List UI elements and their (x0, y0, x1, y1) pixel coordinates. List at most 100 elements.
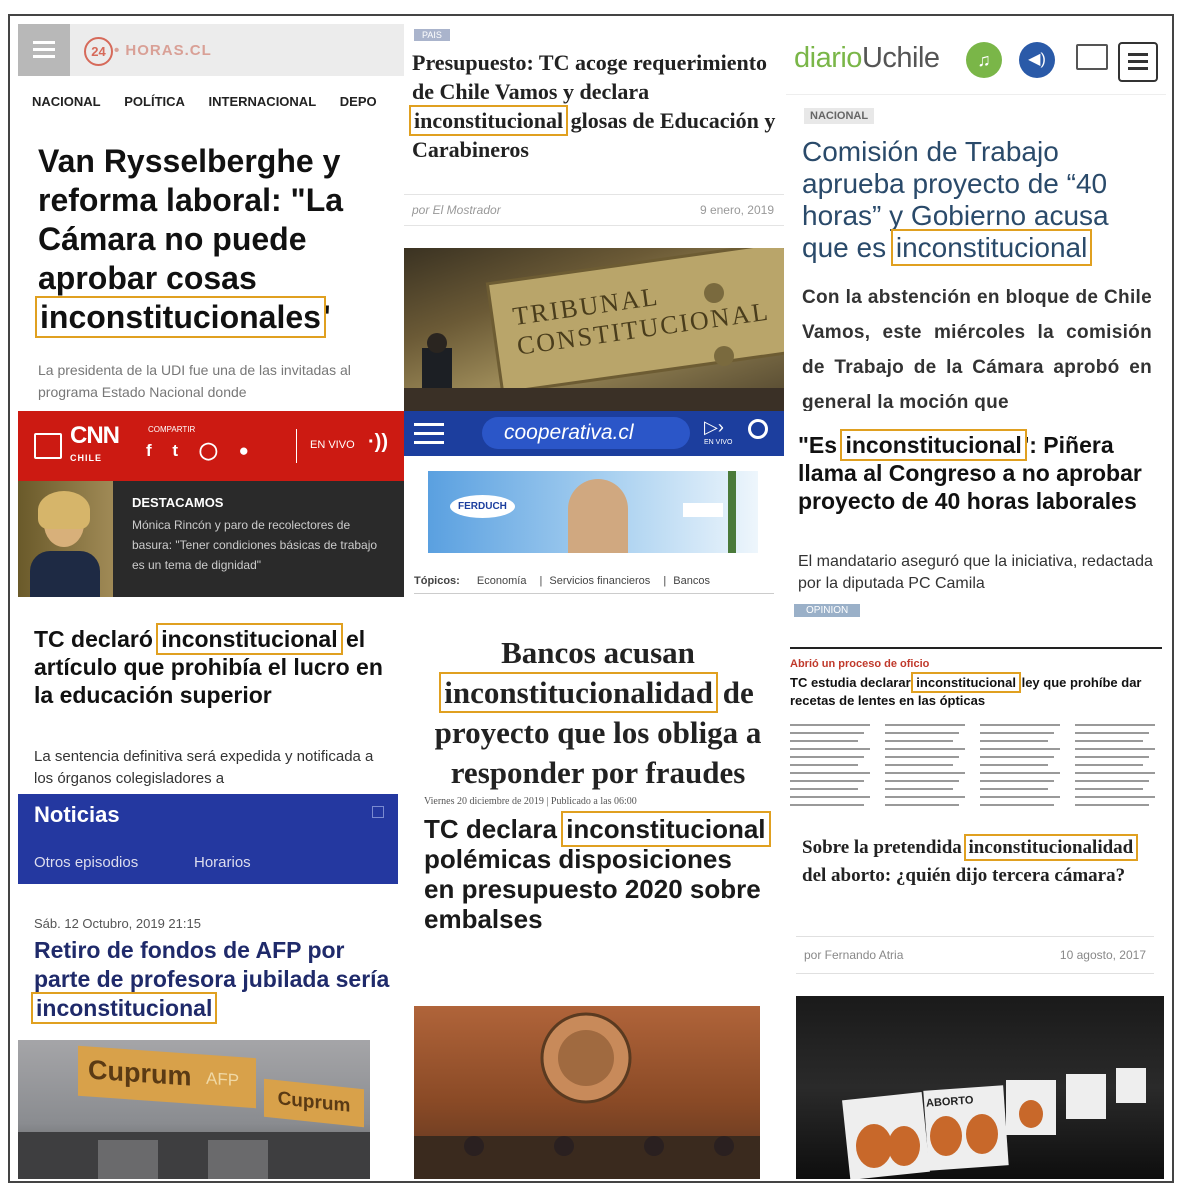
nav-politica[interactable]: POLÍTICA (124, 94, 185, 109)
nav-deportes[interactable]: DEPO (340, 94, 377, 109)
topic-link[interactable]: Economía (477, 575, 527, 587)
featured-label: DESTACAMOS (132, 495, 224, 510)
text-line (1075, 788, 1143, 790)
text-line (790, 740, 858, 742)
summary: La presidenta de la UDI fue una de las i… (38, 362, 351, 400)
menu-icon[interactable] (34, 433, 62, 459)
music-icon[interactable]: ♫ (966, 42, 1002, 78)
text-line (790, 756, 864, 758)
headline[interactable]: Retiro de fondos de AFP por parte de pro… (30, 936, 394, 1024)
highlight-box: inconstitucional (561, 811, 771, 847)
cnn-logo[interactable]: CNN CHILE (70, 424, 120, 469)
expand-icon[interactable] (372, 806, 384, 818)
headline[interactable]: TC estudia declarar inconstitucional ley… (790, 672, 1160, 710)
byline-bar: por Fernando Atria 10 agosto, 2017 (796, 936, 1154, 974)
text-line (885, 804, 959, 806)
text-line (980, 748, 1060, 750)
text-line (1075, 772, 1155, 774)
share-icons: f t ◯ ● (146, 441, 249, 461)
logo-part-a: diario (794, 42, 862, 74)
text-line (790, 764, 858, 766)
dateline: Viernes 20 diciembre de 2019 | Publicado… (424, 796, 637, 807)
section-tag: NACIONAL (804, 108, 875, 124)
messenger-icon[interactable]: ● (239, 441, 249, 460)
text-line (790, 772, 870, 774)
speaker-icon[interactable]: ◀) (1019, 42, 1055, 78)
text-line (980, 772, 1060, 774)
tab-horarios[interactable]: Horarios (194, 854, 251, 871)
text-line (980, 788, 1048, 790)
panel-opticas: OPINION Abrió un proceso de oficio TC es… (786, 604, 1166, 826)
hand-mark (966, 1114, 998, 1154)
body-text: Con la abstención en bloque de Chile Vam… (802, 287, 1152, 413)
ad-banner[interactable]: FERDUCH (428, 471, 758, 553)
headline[interactable]: Bancos acusan inconstitucionalidad de pr… (414, 633, 782, 793)
live-label[interactable]: EN VIVO (310, 439, 355, 451)
hand-mark (888, 1126, 920, 1166)
headline[interactable]: TC declaró inconstitucional el artículo … (34, 623, 394, 709)
nav-internacional[interactable]: INTERNACIONAL (209, 94, 317, 109)
live-icon[interactable]: ·)) (368, 431, 388, 454)
protest-photo: ABORTO (796, 996, 1164, 1179)
text-line (980, 724, 1060, 726)
whatsapp-icon[interactable]: ◯ (199, 441, 218, 460)
twitter-icon[interactable]: t (172, 441, 178, 460)
topic-link[interactable]: Bancos (673, 575, 710, 587)
highlight-box: inconstitucional (408, 105, 569, 136)
judge (554, 1136, 574, 1156)
topic-separator: | (539, 575, 543, 587)
tab-otros-episodios[interactable]: Otros episodios (34, 854, 138, 871)
headline[interactable]: Van Rysselberghe y reforma laboral: "La … (35, 142, 388, 338)
panel-pinera: "Es inconstitucional': Piñera llama al C… (786, 411, 1166, 626)
facebook-icon[interactable]: f (146, 441, 152, 460)
text-line (790, 748, 870, 750)
menu-icon[interactable] (18, 24, 70, 76)
highlight-box: inconstitucional (840, 429, 1027, 461)
anchor-photo (18, 481, 113, 597)
byline-bar: por El Mostrador 9 enero, 2019 (404, 194, 784, 226)
protest-illustration (842, 1068, 1146, 1179)
headline-text: TC declaró (34, 626, 153, 652)
text-line (980, 780, 1054, 782)
sign-text-b: AFP (206, 1068, 240, 1091)
monitor-icon[interactable] (1076, 44, 1108, 70)
logo[interactable]: diarioUchile (794, 42, 940, 75)
topic-link[interactable]: Servicios financieros (549, 575, 650, 587)
topics-bar: Tópicos: Economía | Servicios financiero… (414, 575, 774, 594)
headline[interactable]: Comisión de Trabajo aprueba proyecto de … (802, 136, 1142, 266)
featured-text[interactable]: Mónica Rincón y paro de recolectores de … (132, 515, 387, 575)
text-line (980, 804, 1054, 806)
text-line (885, 748, 965, 750)
search-icon[interactable] (748, 419, 768, 439)
headline[interactable]: Sobre la pretendida inconstitucionalidad… (802, 834, 1147, 890)
text-line (1075, 796, 1155, 798)
panel-diariouchile: diarioUchile ♫ ◀) NACIONAL Comisión de T… (786, 24, 1166, 419)
menu-icon[interactable] (414, 421, 444, 445)
text-line (1075, 748, 1155, 750)
logo-24-circle[interactable]: 24 (84, 37, 113, 66)
headline[interactable]: Presupuesto: TC acoge requerimiento de C… (408, 48, 777, 164)
logo-text: • HORAS.CL (114, 42, 212, 59)
logo-sub: CHILE (70, 453, 102, 463)
headline-text: "Es (798, 432, 838, 458)
rule (790, 647, 1162, 649)
panel-cnnchile: CNN CHILE COMPARTIR f t ◯ ● EN VIVO ·)) … (18, 411, 404, 796)
headline-end: polémicas disposiciones en presupuesto 2… (424, 844, 761, 934)
headline[interactable]: "Es inconstitucional': Piñera llama al C… (798, 429, 1158, 515)
share-label: COMPARTIR (148, 425, 196, 434)
bolt (714, 346, 734, 366)
nav-nacional[interactable]: NACIONAL (32, 94, 101, 109)
text-line (980, 756, 1054, 758)
headline-text: TC estudia declarar (790, 675, 911, 690)
play-icon[interactable]: ▷› (704, 417, 724, 438)
panel-24horas: 24 • HORAS.CL NACIONAL POLÍTICA INTERNAC… (18, 24, 404, 419)
cuprum-sign: Cuprum AFP (78, 1045, 256, 1109)
headline[interactable]: TC declara inconstitucional polémicas di… (424, 811, 771, 934)
highlight-box: inconstitucional (911, 672, 1021, 693)
tribunal-room-photo (414, 1006, 760, 1179)
hamburger-icon[interactable] (1118, 42, 1158, 82)
text-line (790, 788, 858, 790)
summary: La sentencia definitiva será expedida y … (34, 748, 374, 787)
tribunal-photo: TRIBUNAL CONSTITUCIONAL (404, 248, 784, 419)
section-tag: OPINION (794, 604, 861, 617)
